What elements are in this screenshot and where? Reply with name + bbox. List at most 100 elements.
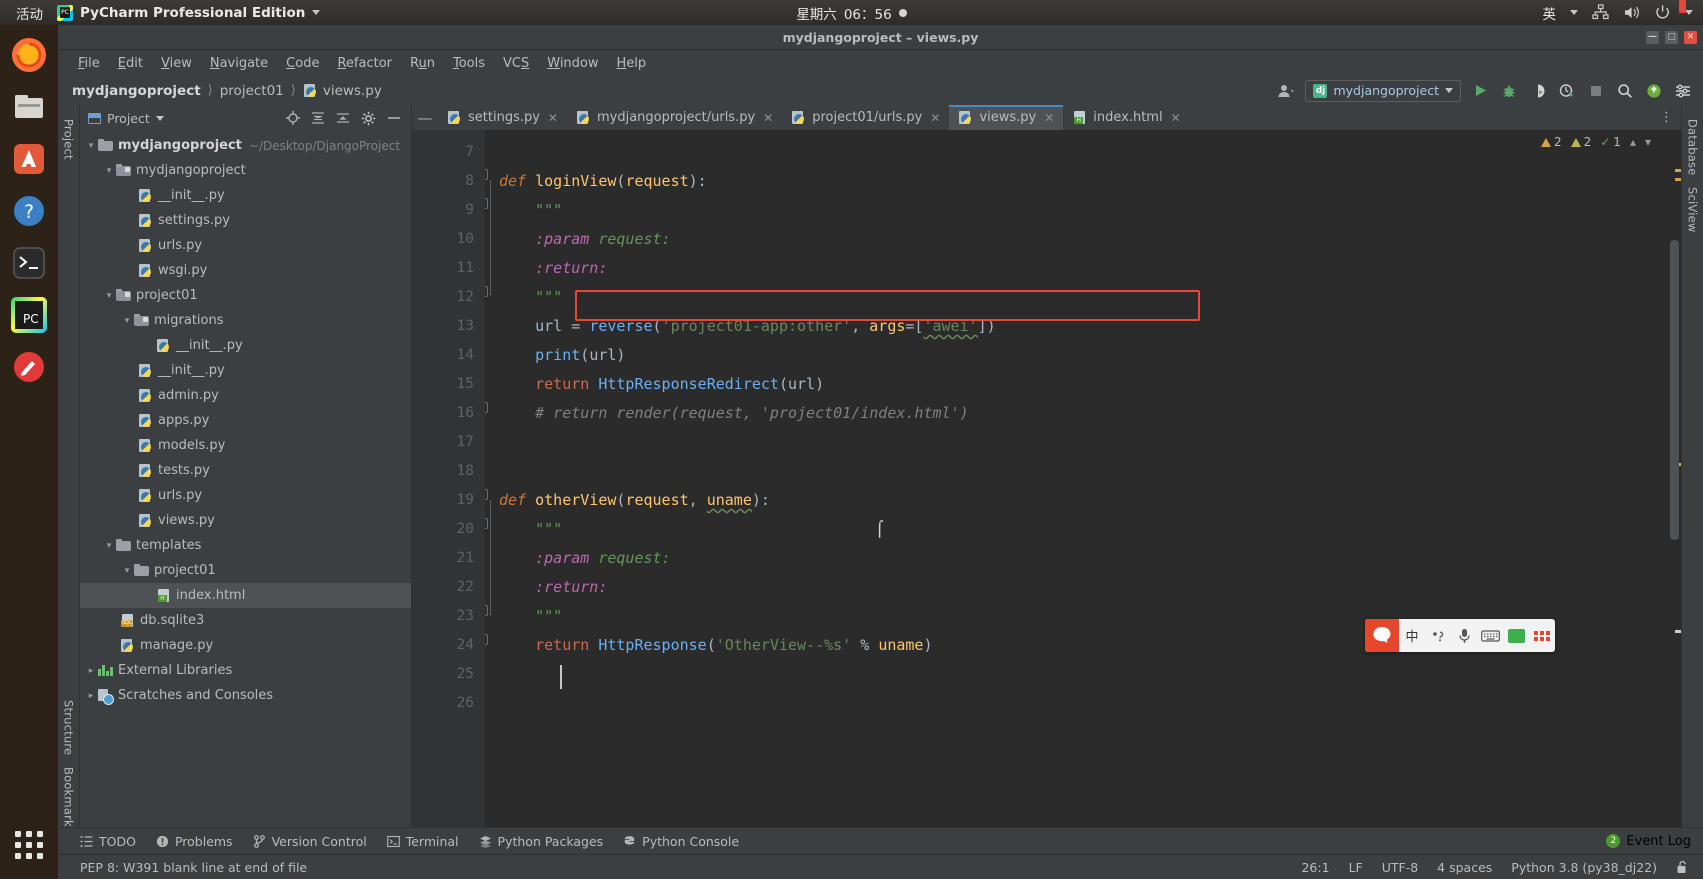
tool-button-version-control[interactable]: Version Control — [253, 834, 367, 849]
file-encoding[interactable]: UTF-8 — [1382, 860, 1418, 875]
warnings-count[interactable]: 2 — [1540, 135, 1562, 149]
tree-row-scratches-and-consoles[interactable]: Scratches and Consoles — [80, 683, 411, 708]
tab-project01-urls-py[interactable]: project01/urls.py ✕ — [782, 105, 949, 130]
user-icon[interactable] — [1276, 81, 1296, 101]
close-icon[interactable]: ✕ — [1171, 111, 1181, 125]
tree-row-settings-py[interactable]: settings.py — [80, 208, 411, 233]
chevron-right-icon[interactable] — [84, 691, 98, 701]
run-icon[interactable] — [1470, 81, 1490, 101]
tree-row-tests-py[interactable]: tests.py — [80, 458, 411, 483]
weak-warnings-count[interactable]: 2 — [1570, 135, 1591, 149]
tool-button-problems[interactable]: Problems — [156, 834, 233, 849]
tree-row-mydjangoproject-module[interactable]: mydjangoproject — [80, 158, 411, 183]
tool-window-button-structure[interactable]: Structure — [62, 694, 76, 761]
menu-run[interactable]: Run — [402, 53, 443, 74]
breadcrumb-file[interactable]: views.py — [303, 83, 382, 99]
comma-icon[interactable] — [1425, 629, 1451, 643]
unlocked-icon[interactable] — [1676, 860, 1689, 874]
tree-row-templates[interactable]: templates — [80, 533, 411, 558]
locate-icon[interactable] — [286, 111, 300, 125]
tree-row-migrations-init-py[interactable]: __init__.py — [80, 333, 411, 358]
tool-window-button-database[interactable]: Database — [1686, 113, 1700, 181]
tree-row-models-py[interactable]: models.py — [80, 433, 411, 458]
menu-vcs[interactable]: VCS — [495, 53, 537, 74]
menu-file[interactable]: FFileile — [70, 53, 108, 74]
tree-row-app-init-py[interactable]: __init__.py — [80, 358, 411, 383]
tool-button-python-console[interactable]: Python Console — [623, 834, 739, 849]
network-icon[interactable] — [1592, 4, 1609, 21]
tool-window-button-project[interactable]: Project — [62, 113, 76, 166]
close-icon[interactable]: ✕ — [763, 111, 773, 125]
collapse-all-icon[interactable] — [336, 111, 350, 125]
tree-row-index-html[interactable]: index.html — [80, 583, 411, 608]
editor-gutter[interactable]: 7 8 9 10 11 12 13 14 15 16 17 18 19 20 2… — [412, 130, 485, 839]
dock-item-terminal[interactable] — [7, 241, 51, 285]
menu-navigate[interactable]: Navigate — [202, 53, 276, 74]
menu-view[interactable]: View — [153, 53, 200, 74]
mic-icon[interactable] — [1451, 628, 1477, 644]
menu-refactor[interactable]: Refactor — [329, 53, 400, 74]
project-tree[interactable]: mydjangoproject ~/Desktop/DjangoProject … — [80, 131, 411, 839]
tree-row-wsgi-py[interactable]: wsgi.py — [80, 258, 411, 283]
minimize-button[interactable]: — — [1646, 31, 1659, 44]
dock-item-help[interactable]: ? — [7, 189, 51, 233]
run-configuration-selector[interactable]: dj mydjangoproject — [1305, 79, 1461, 102]
menu-edit[interactable]: Edit — [110, 53, 151, 74]
active-app-menu[interactable]: PyCharm Professional Edition — [57, 4, 321, 21]
chevron-down-icon[interactable] — [1570, 10, 1578, 15]
tree-row-project01[interactable]: project01 — [80, 283, 411, 308]
debug-icon[interactable] — [1499, 81, 1519, 101]
breadcrumb-folder[interactable]: project01 — [220, 83, 284, 99]
hide-icon[interactable] — [387, 111, 401, 125]
editor-scrollbar[interactable] — [1667, 130, 1681, 839]
run-coverage-icon[interactable] — [1528, 81, 1548, 101]
chevron-down-icon[interactable] — [102, 166, 116, 176]
more-options-icon[interactable]: ⋮ — [1660, 110, 1673, 125]
close-button[interactable]: ✕ — [1684, 31, 1697, 44]
chevron-down-icon[interactable] — [120, 566, 134, 576]
dock-item-software[interactable] — [7, 137, 51, 181]
hide-tabs-icon[interactable]: — — [412, 105, 438, 130]
chevron-up-icon[interactable]: ▴ — [1630, 135, 1636, 149]
indent-setting[interactable]: 4 spaces — [1437, 860, 1492, 875]
dock-item-gimp[interactable] — [7, 345, 51, 389]
tree-row-app-urls-py[interactable]: urls.py — [80, 483, 411, 508]
search-icon[interactable] — [1615, 81, 1635, 101]
caret-position[interactable]: 26:1 — [1301, 860, 1329, 875]
code-content[interactable]: ▾ ▾ ─ ─ ▾ ▾ ─ ─ def loginView(re — [485, 130, 1681, 839]
python-interpreter[interactable]: Python 3.8 (py38_dj22) — [1511, 860, 1657, 875]
menu-tools[interactable]: Tools — [445, 53, 493, 74]
volume-icon[interactable] — [1623, 4, 1640, 21]
settings-icon[interactable] — [1673, 81, 1693, 101]
power-icon[interactable] — [1654, 4, 1671, 21]
menu-window[interactable]: Window — [539, 53, 606, 74]
menu-help[interactable]: Help — [609, 53, 655, 74]
tab-mydjangoproject-urls-py[interactable]: mydjangoproject/urls.py ✕ — [567, 105, 782, 130]
dock-item-files[interactable] — [7, 85, 51, 129]
toolbox-icon[interactable] — [1503, 628, 1529, 643]
tab-actions[interactable]: ⋮ — [1660, 105, 1681, 130]
keyboard-icon[interactable] — [1477, 629, 1503, 643]
inspection-widget[interactable]: 2 2 ✓ 1 ▴ ▾ — [1540, 135, 1651, 149]
show-applications-icon[interactable] — [7, 823, 51, 867]
tree-row-db-sqlite3[interactable]: db.sqlite3 — [80, 608, 411, 633]
tab-settings-py[interactable]: settings.py ✕ — [438, 105, 567, 130]
ime-floating-toolbar[interactable]: 中 — [1365, 619, 1555, 652]
typos-count[interactable]: ✓ 1 — [1600, 135, 1621, 149]
chevron-down-icon[interactable] — [1685, 10, 1693, 15]
dock-item-firefox[interactable] — [7, 33, 51, 77]
close-icon[interactable]: ✕ — [930, 111, 940, 125]
activities-button[interactable]: 活动 — [0, 3, 57, 23]
tool-button-terminal[interactable]: Terminal — [386, 834, 459, 849]
tree-row-admin-py[interactable]: admin.py — [80, 383, 411, 408]
chevron-down-icon[interactable] — [102, 291, 116, 301]
tree-row-urls-py[interactable]: urls.py — [80, 233, 411, 258]
profile-icon[interactable] — [1557, 81, 1577, 101]
event-log-button[interactable]: 2 Event Log — [1606, 834, 1703, 849]
tree-row-init-py[interactable]: __init__.py — [80, 183, 411, 208]
chevron-down-icon[interactable]: ▾ — [1645, 135, 1651, 149]
project-panel-title-group[interactable]: Project — [88, 111, 164, 126]
chevron-right-icon[interactable] — [84, 666, 98, 676]
tree-row-apps-py[interactable]: apps.py — [80, 408, 411, 433]
tree-row-views-py[interactable]: views.py — [80, 508, 411, 533]
